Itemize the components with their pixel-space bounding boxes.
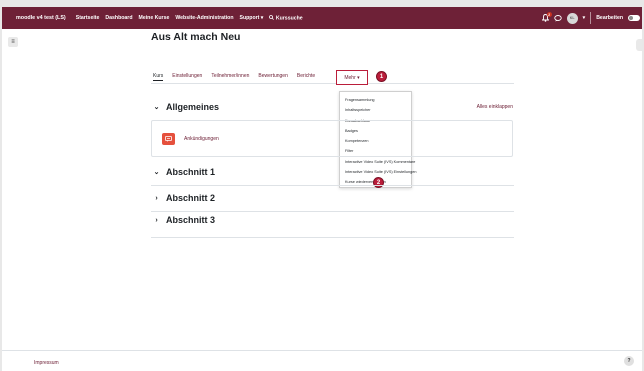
tab-grades[interactable]: Bewertungen bbox=[258, 73, 287, 81]
menu-item-question-bank[interactable]: Fragensammlung bbox=[340, 95, 411, 105]
activity-announcements[interactable]: Ankündigungen bbox=[151, 120, 513, 157]
chevron-down-icon: ⌄ bbox=[153, 104, 160, 111]
user-menu-chevron-icon[interactable]: ▾ bbox=[583, 15, 586, 21]
tab-settings[interactable]: Einstellungen bbox=[172, 73, 202, 81]
imprint-link[interactable]: Impressum bbox=[34, 360, 59, 366]
section-1-title: Abschnitt 1 bbox=[166, 167, 216, 177]
section-divider bbox=[151, 211, 514, 212]
menu-item-ivs-settings[interactable]: Interactive Video Suite (IVS) Einstellun… bbox=[340, 167, 416, 177]
notifications-button[interactable]: 2 bbox=[541, 12, 552, 22]
collapse-all-link[interactable]: Alles einklappen bbox=[477, 104, 513, 110]
open-block-drawer-button[interactable] bbox=[636, 39, 642, 51]
top-navbar: moodle v4 test (LS) Startseite Dashboard… bbox=[2, 7, 642, 29]
primary-navigation: Startseite Dashboard Meine Kurse Website… bbox=[76, 15, 303, 22]
menu-item-content-bank[interactable]: Inhaltsspeicher bbox=[340, 105, 411, 115]
section-divider bbox=[151, 185, 514, 186]
chevron-right-icon: › bbox=[155, 194, 158, 202]
nav-item-support[interactable]: Support ▾ bbox=[239, 15, 263, 22]
chat-icon bbox=[553, 14, 562, 21]
navbar-user-area: 2 KL ▾ Bearbeiten bbox=[541, 7, 640, 29]
search-icon bbox=[269, 14, 275, 20]
tab-course[interactable]: Kurs bbox=[153, 73, 164, 81]
activity-announcements-link[interactable]: Ankündigungen bbox=[184, 136, 219, 142]
step-marker-1: 1 bbox=[376, 71, 387, 82]
user-avatar[interactable]: KL bbox=[566, 12, 578, 24]
chevron-right-icon: › bbox=[155, 216, 158, 224]
browser-viewport: moodle v4 test (LS) Startseite Dashboard… bbox=[2, 7, 642, 371]
nav-item-my-courses[interactable]: Meine Kurse bbox=[139, 15, 170, 22]
section-divider bbox=[151, 237, 514, 238]
section-general-header[interactable]: ⌄ Allgemeines bbox=[153, 102, 219, 112]
tab-reports[interactable]: Berichte bbox=[297, 73, 315, 81]
help-button[interactable]: ? bbox=[624, 356, 634, 366]
section-general-title: Allgemeines bbox=[166, 102, 220, 112]
messages-button[interactable] bbox=[553, 14, 562, 22]
forum-icon bbox=[162, 133, 175, 145]
navbar-divider bbox=[590, 12, 592, 24]
page-title: Aus Alt mach Neu bbox=[151, 31, 241, 43]
step-marker-2: 2 bbox=[373, 177, 384, 188]
tabs-divider bbox=[151, 83, 514, 84]
edit-mode-label: Bearbeiten bbox=[596, 15, 623, 21]
course-search-label: Kurssuche bbox=[275, 15, 303, 22]
section-3-header[interactable]: › Abschnitt 3 bbox=[153, 215, 215, 225]
tab-participants[interactable]: Teilnehmer/innen bbox=[211, 73, 249, 81]
edit-mode-toggle[interactable] bbox=[628, 15, 640, 21]
footer-divider bbox=[2, 350, 642, 351]
section-2-header[interactable]: › Abschnitt 2 bbox=[153, 193, 215, 203]
nav-item-site-admin[interactable]: Website-Administration bbox=[175, 15, 233, 22]
tab-more-dropdown[interactable]: Mehr ▾ bbox=[336, 70, 368, 85]
notification-count-badge: 2 bbox=[546, 12, 552, 17]
open-course-index-button[interactable]: ≡ bbox=[8, 37, 18, 47]
section-2-title: Abschnitt 2 bbox=[166, 193, 216, 203]
menu-icon: ≡ bbox=[11, 39, 15, 45]
chevron-down-icon: ⌄ bbox=[153, 169, 160, 176]
site-brand[interactable]: moodle v4 test (LS) bbox=[16, 15, 66, 21]
section-1-header[interactable]: ⌄ Abschnitt 1 bbox=[153, 167, 215, 177]
nav-item-home[interactable]: Startseite bbox=[76, 15, 100, 22]
course-secondary-navigation: Kurs Einstellungen Teilnehmer/innen Bewe… bbox=[153, 73, 324, 81]
section-3-title: Abschnitt 3 bbox=[166, 215, 216, 225]
nav-item-course-search[interactable]: Kurssuche bbox=[269, 14, 303, 22]
menu-item-ivs-comments[interactable]: Interactive Video Suite (IVS) Kommentare bbox=[340, 157, 415, 167]
nav-item-dashboard[interactable]: Dashboard bbox=[105, 15, 132, 22]
